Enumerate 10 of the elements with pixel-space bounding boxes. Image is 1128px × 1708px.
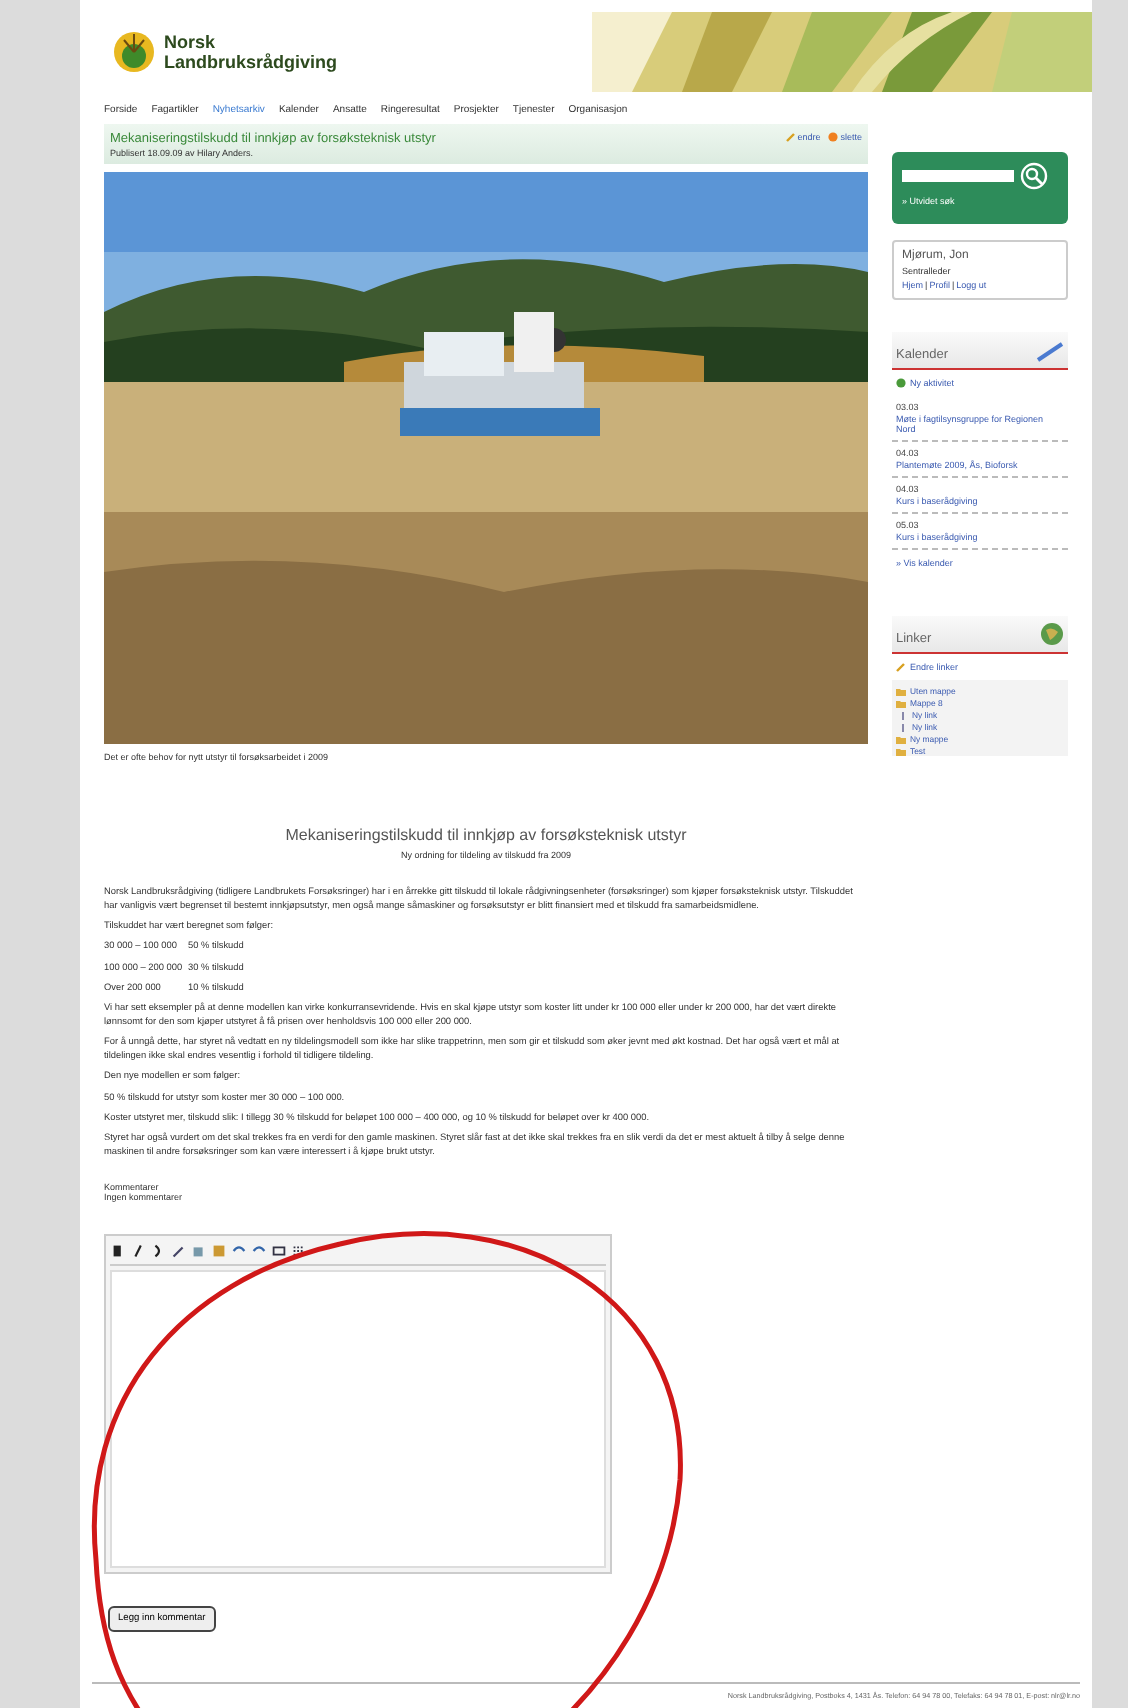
article-heading: Mekaniseringstilskudd til innkjøp av forsøksteknisk utstyr bbox=[283, 826, 689, 844]
pencil-icon bbox=[785, 132, 796, 142]
table-button[interactable] bbox=[270, 1242, 288, 1261]
site-name[interactable]: Norsk Landbruksrådgiving bbox=[164, 32, 338, 72]
search-field[interactable] bbox=[902, 170, 1014, 182]
italic-button[interactable] bbox=[130, 1242, 148, 1261]
search-icon[interactable] bbox=[1020, 162, 1048, 190]
pencil-icon bbox=[896, 662, 906, 672]
logo-icon bbox=[112, 30, 156, 74]
globe-icon bbox=[1040, 622, 1064, 646]
